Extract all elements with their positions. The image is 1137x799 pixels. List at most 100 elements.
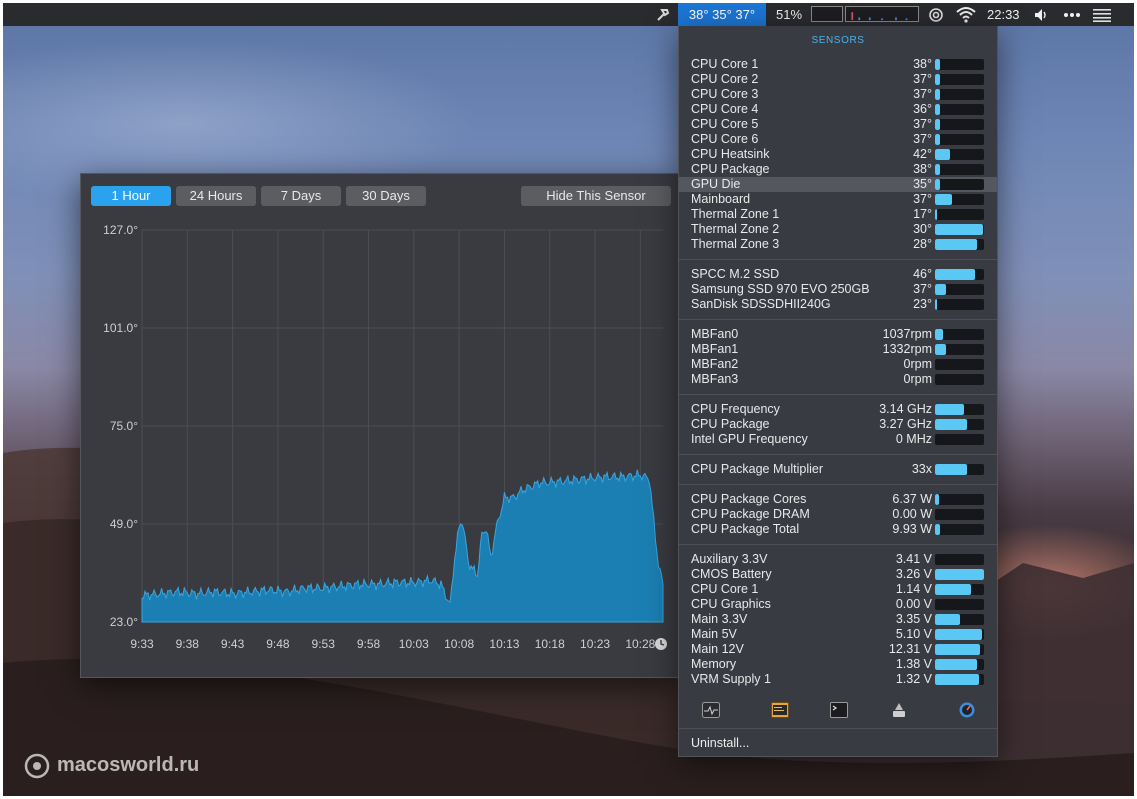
cpu-graph-icon[interactable] — [811, 6, 843, 22]
sensor-level-bar — [935, 374, 984, 385]
sensor-name: Thermal Zone 2 — [691, 222, 780, 236]
sensor-row[interactable]: Intel GPU Frequency 0 MHz — [679, 432, 997, 447]
terminal-icon[interactable] — [830, 702, 848, 718]
sensor-row[interactable]: CPU Frequency 3.14 GHz — [679, 402, 997, 417]
sensor-name: CPU Core 3 — [691, 87, 759, 101]
sensor-level-bar — [935, 74, 984, 85]
sensor-row[interactable]: CPU Heatsink 42° — [679, 147, 997, 162]
sensor-row[interactable]: Samsung SSD 970 EVO 250GB 37° — [679, 282, 997, 297]
istat-icon[interactable] — [958, 702, 976, 718]
list-icon[interactable] — [1093, 8, 1111, 22]
sensor-row[interactable]: CPU Core 2 37° — [679, 72, 997, 87]
x-tick-label: 10:13 — [489, 637, 519, 651]
sensor-name: CPU Frequency — [691, 402, 780, 416]
sensor-row[interactable]: CPU Package 3.27 GHz — [679, 417, 997, 432]
hammer-icon[interactable] — [655, 7, 671, 23]
volume-icon[interactable] — [1033, 7, 1049, 23]
clock-icon[interactable] — [655, 638, 667, 650]
desktop: 38° 35° 37° 51% 22:33 1 Hour 24 Hours 7 … — [3, 3, 1134, 796]
more-icon[interactable] — [1063, 11, 1081, 19]
sensor-row[interactable]: CPU Core 6 37° — [679, 132, 997, 147]
panel-title: SENSORS — [811, 35, 865, 46]
sensor-value: 0rpm — [903, 372, 932, 386]
sensor-row[interactable]: MBFan1 1332rpm — [679, 342, 997, 357]
sensor-row[interactable]: MBFan3 0rpm — [679, 372, 997, 387]
sensor-row[interactable]: CPU Package DRAM 0.00 W — [679, 507, 997, 522]
sensor-level-bar — [935, 659, 984, 670]
sensor-level-fill — [935, 419, 967, 430]
sensor-value: 17° — [913, 207, 932, 221]
sensor-row[interactable]: CPU Package 38° — [679, 162, 997, 177]
sensor-level-fill — [935, 239, 977, 250]
sensor-value: 46° — [913, 267, 932, 281]
sensor-row[interactable]: CMOS Battery 3.26 V — [679, 567, 997, 582]
sensor-row[interactable]: Auxiliary 3.3V 3.41 V — [679, 552, 997, 567]
x-tick-label: 10:18 — [535, 637, 565, 651]
sensor-row[interactable]: GPU Die 35° — [679, 177, 997, 192]
console-icon[interactable] — [771, 702, 789, 718]
sensor-level-fill — [935, 134, 940, 145]
sensor-row[interactable]: MBFan0 1037rpm — [679, 327, 997, 342]
sensor-name: CPU Package — [691, 162, 770, 176]
x-tick-label: 9:58 — [357, 637, 381, 651]
sensor-row[interactable]: Thermal Zone 2 30° — [679, 222, 997, 237]
sensor-level-bar — [935, 359, 984, 370]
sensor-row[interactable]: CPU Graphics 0.00 V — [679, 597, 997, 612]
sensor-value: 3.26 V — [895, 567, 932, 581]
y-axis-ticks: 127.0° 101.0° 75.0° 49.0° 23.0° — [103, 223, 138, 629]
sensor-row[interactable]: SPCC M.2 SSD 46° — [679, 267, 997, 282]
menubar-clock[interactable]: 22:33 — [987, 3, 1020, 26]
sensor-level-fill — [935, 179, 940, 190]
sensor-row[interactable]: CPU Core 1 38° — [679, 57, 997, 72]
sensor-row[interactable]: Main 12V 12.31 V — [679, 642, 997, 657]
sensor-row[interactable]: CPU Core 3 37° — [679, 87, 997, 102]
sensor-row[interactable]: Mainboard 37° — [679, 192, 997, 207]
sensor-row[interactable]: SanDisk SDSSDHII240G 23° — [679, 297, 997, 312]
sensor-level-bar — [935, 179, 984, 190]
sensor-row[interactable]: CPU Core 4 36° — [679, 102, 997, 117]
sensor-level-fill — [935, 149, 950, 160]
sensor-level-bar — [935, 119, 984, 130]
y-tick-label: 23.0° — [110, 615, 138, 629]
sensor-name: GPU Die — [691, 177, 741, 191]
airdrop-icon[interactable] — [928, 7, 944, 23]
sensor-value: 9.93 W — [892, 522, 932, 536]
sensor-name: Thermal Zone 1 — [691, 207, 780, 221]
sensor-row[interactable]: Memory 1.38 V — [679, 657, 997, 672]
sensor-row[interactable]: Thermal Zone 1 17° — [679, 207, 997, 222]
menubar-battery[interactable]: 51% — [771, 3, 807, 26]
sensor-name: SPCC M.2 SSD — [691, 267, 780, 281]
network-graph-icon[interactable] — [845, 6, 919, 22]
sensor-name: MBFan3 — [691, 372, 739, 386]
sensor-value: 33x — [911, 462, 932, 476]
sensor-name: CPU Core 1 — [691, 57, 759, 71]
sensor-row[interactable]: Thermal Zone 3 28° — [679, 237, 997, 252]
sensor-name: MBFan1 — [691, 342, 739, 356]
sensor-row[interactable]: Main 3.3V 3.35 V — [679, 612, 997, 627]
sensor-row[interactable]: VRM Supply 1 1.32 V — [679, 672, 997, 687]
sensor-level-bar — [935, 269, 984, 280]
sensor-name: CPU Core 4 — [691, 102, 759, 116]
disk-utility-icon[interactable] — [890, 702, 908, 718]
wifi-icon[interactable] — [956, 6, 976, 23]
sensor-row[interactable]: CPU Package Total 9.93 W — [679, 522, 997, 537]
sensor-level-fill — [935, 614, 960, 625]
uninstall-menu-item[interactable]: Uninstall... — [691, 736, 749, 750]
sensor-row[interactable]: Main 5V 5.10 V — [679, 627, 997, 642]
sensor-history-window: 1 Hour 24 Hours 7 Days 30 Days Hide This… — [80, 173, 679, 678]
sensor-row[interactable]: CPU Core 5 37° — [679, 117, 997, 132]
menubar-temperatures[interactable]: 38° 35° 37° — [678, 3, 766, 26]
activity-monitor-icon[interactable] — [702, 702, 720, 718]
sensor-row[interactable]: CPU Core 1 1.14 V — [679, 582, 997, 597]
sensor-row[interactable]: MBFan2 0rpm — [679, 357, 997, 372]
sensor-row[interactable]: CPU Package Multiplier 33x — [679, 462, 997, 477]
sensor-level-bar — [935, 329, 984, 340]
sensor-value: 28° — [913, 237, 932, 251]
sensor-value: 37° — [913, 192, 932, 206]
sensor-level-bar — [935, 149, 984, 160]
sensor-row[interactable]: CPU Package Cores 6.37 W — [679, 492, 997, 507]
sensor-name: CPU Core 6 — [691, 132, 759, 146]
sensor-level-fill — [935, 59, 940, 70]
x-tick-label: 10:28 — [625, 637, 655, 651]
y-tick-label: 101.0° — [103, 321, 138, 335]
